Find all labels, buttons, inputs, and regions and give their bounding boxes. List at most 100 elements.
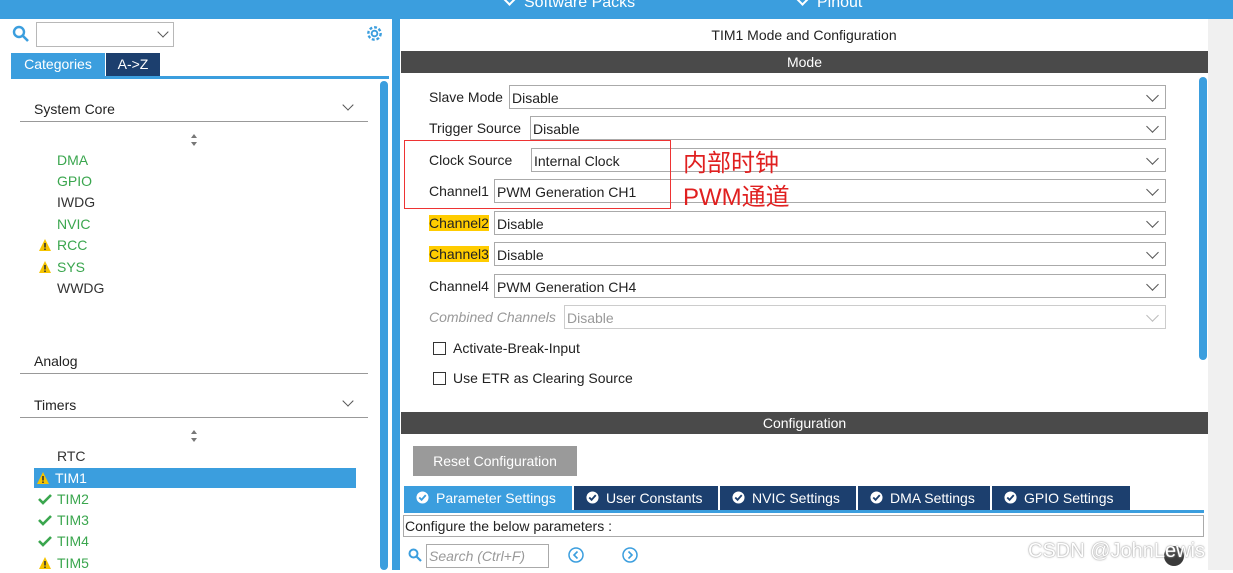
- item-label: WWDG: [57, 280, 105, 296]
- mode-scrollbar[interactable]: [1199, 77, 1207, 360]
- next-result-icon[interactable]: [622, 547, 638, 563]
- tab-dma-settings[interactable]: DMA Settings: [858, 486, 990, 510]
- sort-icon[interactable]: [190, 133, 198, 147]
- list-item-dma[interactable]: DMA: [36, 150, 356, 170]
- mode-header: Mode: [401, 51, 1208, 73]
- list-item-rcc[interactable]: RCC: [36, 235, 356, 255]
- list-item-tim4[interactable]: TIM4: [36, 531, 356, 551]
- chevron-down-icon: [1146, 278, 1159, 291]
- left-panel: Categories A->Z System Core DMA GPIO IWD…: [0, 19, 430, 573]
- chevron-down-icon: [1146, 246, 1159, 259]
- slave-mode-row: Slave Mode Disable: [400, 85, 1170, 109]
- list-item-rtc[interactable]: RTC: [36, 446, 356, 466]
- chevron-down-icon: [796, 0, 809, 6]
- chevron-down-icon: [1146, 152, 1159, 165]
- chevron-down-icon: [342, 99, 354, 111]
- item-label: GPIO: [57, 173, 93, 189]
- right-panel: TIM1 Mode and Configuration Mode Slave M…: [400, 19, 1208, 570]
- search-icon[interactable]: [12, 25, 30, 43]
- check-circle-icon: [586, 491, 599, 504]
- tab-label: Parameter Settings: [436, 490, 556, 506]
- software-packs-menu[interactable]: Software Packs: [503, 0, 636, 12]
- check-icon: [38, 494, 52, 505]
- right-edge: [1208, 19, 1233, 570]
- item-label: SYS: [57, 259, 86, 275]
- check-circle-icon: [416, 491, 429, 504]
- check-icon: [38, 536, 52, 547]
- channel2-select[interactable]: Disable: [494, 211, 1166, 235]
- channel4-row: Channel4 PWM Generation CH4: [400, 274, 1170, 298]
- pinout-menu[interactable]: Pinout: [796, 0, 863, 12]
- search-icon: [408, 548, 422, 562]
- tab-a-z[interactable]: A->Z: [106, 53, 160, 76]
- chevron-down-icon: [503, 0, 516, 6]
- slave-mode-label: Slave Mode: [429, 89, 503, 105]
- select-value: Disable: [567, 310, 614, 326]
- checkbox-box[interactable]: [433, 342, 446, 355]
- item-label: NVIC: [57, 216, 91, 232]
- list-item-iwdg[interactable]: IWDG: [36, 192, 356, 212]
- list-item-wwdg[interactable]: WWDG: [36, 278, 356, 298]
- tab-user-constants[interactable]: User Constants: [574, 486, 718, 510]
- tab-nvic-settings[interactable]: NVIC Settings: [720, 486, 856, 510]
- annotation-pwm: PWM通道: [683, 184, 790, 211]
- previous-result-icon[interactable]: [568, 547, 584, 563]
- channel3-select[interactable]: Disable: [494, 242, 1166, 266]
- gear-icon[interactable]: [365, 24, 384, 43]
- parameter-search-input[interactable]: Search (Ctrl+F): [426, 544, 549, 568]
- tab-label: User Constants: [606, 490, 703, 506]
- category-timers[interactable]: Timers: [20, 388, 368, 418]
- chevron-down-icon: [1146, 309, 1159, 322]
- pinout-label: Pinout: [817, 0, 863, 11]
- list-item-tim5[interactable]: TIM5: [36, 553, 356, 573]
- select-value: Disable: [512, 90, 559, 106]
- sort-icon[interactable]: [190, 429, 198, 443]
- annotation-box: [404, 140, 671, 209]
- chevron-down-icon: [1146, 120, 1159, 133]
- chevron-down-icon: [1146, 89, 1159, 102]
- reset-configuration-button[interactable]: Reset Configuration: [413, 446, 577, 476]
- tab-parameter-settings[interactable]: Parameter Settings: [404, 486, 572, 510]
- checkbox-label: Use ETR as Clearing Source: [453, 370, 633, 386]
- select-value: PWM Generation CH4: [497, 279, 637, 295]
- configuration-header: Configuration: [401, 412, 1208, 434]
- list-item-gpio[interactable]: GPIO: [36, 171, 356, 191]
- channel4-select[interactable]: PWM Generation CH4: [494, 274, 1166, 298]
- top-toolbar: Software Packs Pinout: [0, 0, 1233, 19]
- list-item-nvic[interactable]: NVIC: [36, 214, 356, 234]
- page-title: TIM1 Mode and Configuration: [711, 27, 897, 43]
- category-analog[interactable]: Analog: [20, 344, 430, 374]
- item-label: IWDG: [57, 194, 96, 210]
- tab-underline: [11, 76, 389, 79]
- panel-splitter[interactable]: [392, 19, 400, 570]
- tab-categories[interactable]: Categories: [11, 53, 105, 76]
- slave-mode-select[interactable]: Disable: [509, 85, 1166, 109]
- watermark: CSDN @JohnLewis: [1028, 540, 1206, 562]
- list-item-sys[interactable]: SYS: [36, 257, 356, 277]
- software-packs-label: Software Packs: [524, 0, 636, 11]
- checkbox-box[interactable]: [433, 372, 446, 385]
- tab-underline: [404, 510, 1204, 513]
- checkbox-label: Activate-Break-Input: [453, 340, 580, 356]
- tab-label: NVIC Settings: [752, 490, 840, 506]
- tab-gpio-settings[interactable]: GPIO Settings: [992, 486, 1130, 510]
- chevron-down-icon: [342, 395, 354, 407]
- list-item-tim1[interactable]: TIM1: [34, 468, 356, 488]
- channel2-row: Channel2 Disable: [400, 211, 1170, 235]
- check-circle-icon: [732, 491, 745, 504]
- left-scrollbar[interactable]: [380, 81, 388, 570]
- category-label: Analog: [34, 353, 78, 369]
- chevron-down-icon: [1146, 183, 1159, 196]
- item-label: TIM1: [55, 470, 87, 486]
- search-combo[interactable]: [36, 22, 174, 47]
- annotation-clock: 内部时钟: [683, 150, 779, 177]
- list-item-tim2[interactable]: TIM2: [36, 489, 356, 509]
- list-item-tim3[interactable]: TIM3: [36, 510, 356, 530]
- tab-label: DMA Settings: [890, 490, 975, 506]
- category-label: System Core: [34, 101, 115, 117]
- chevron-down-icon: [157, 26, 169, 38]
- channel4-label: Channel4: [429, 278, 489, 294]
- chevron-down-icon: [1146, 215, 1159, 228]
- category-system-core[interactable]: System Core: [20, 92, 368, 122]
- trigger-source-select[interactable]: Disable: [530, 116, 1166, 140]
